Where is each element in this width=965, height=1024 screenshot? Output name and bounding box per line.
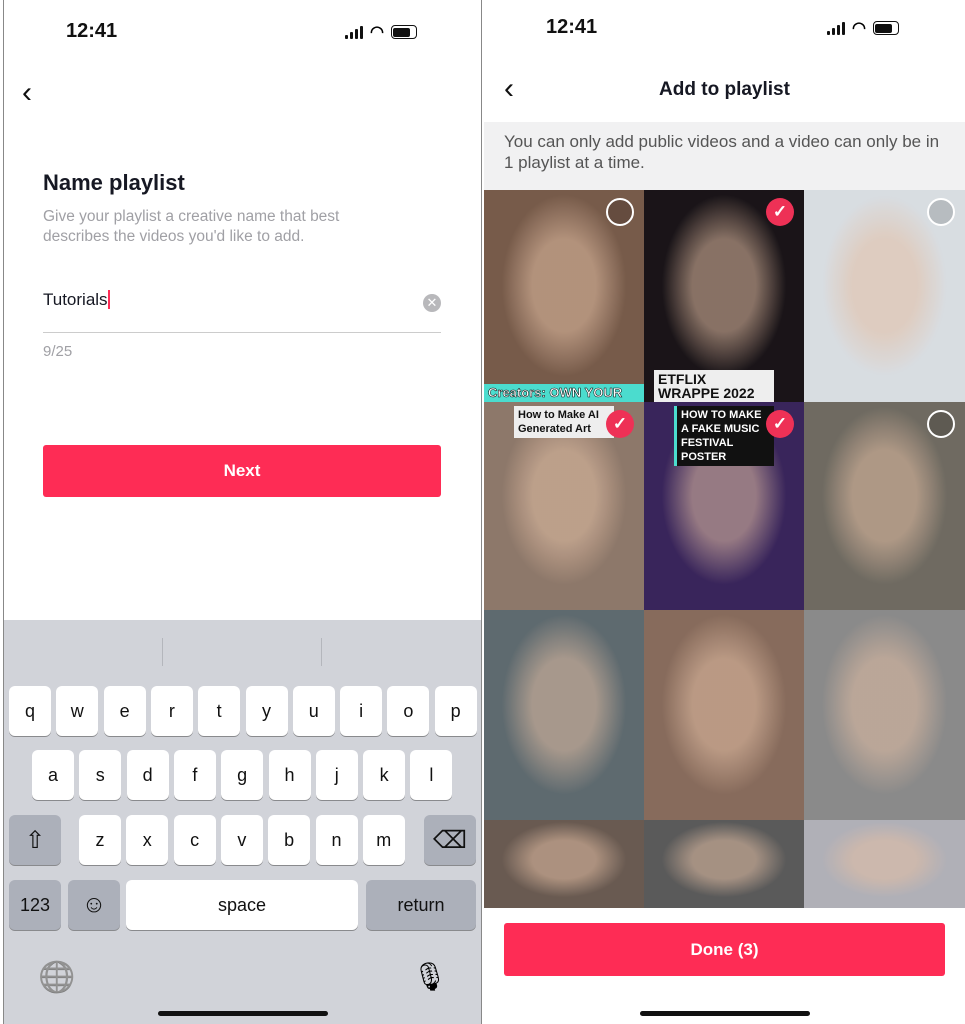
key-g[interactable]: g	[221, 750, 264, 800]
emoji-key[interactable]: ☺	[68, 880, 120, 930]
return-key[interactable]: return	[366, 880, 476, 930]
video-thumbnail[interactable]	[804, 190, 965, 402]
unselected-circle-icon[interactable]	[606, 198, 634, 226]
key-w[interactable]: w	[56, 686, 99, 736]
video-thumbnail[interactable]	[644, 610, 804, 820]
back-button[interactable]: ‹	[22, 76, 32, 110]
name-playlist-screen: 12:41 ◠ ‹ Name playlist Give your playli…	[3, 0, 482, 1024]
key-s[interactable]: s	[79, 750, 122, 800]
selected-check-icon[interactable]: ✓	[766, 410, 794, 438]
page-title: Add to playlist	[659, 79, 790, 100]
done-button[interactable]: Done (3)	[504, 923, 945, 976]
video-grid: Creators: OWN YOUR ETFLIX WRAPPE 2022 ✓ How…	[484, 190, 965, 908]
status-icons: ◠	[345, 22, 417, 42]
battery-icon	[872, 21, 899, 35]
key-x[interactable]: x	[126, 815, 169, 865]
key-k[interactable]: k	[363, 750, 406, 800]
status-time: 12:41	[66, 20, 118, 42]
video-thumbnail[interactable]	[484, 610, 644, 820]
key-y[interactable]: y	[245, 686, 288, 736]
numbers-key[interactable]: 123	[9, 880, 61, 930]
selected-check-icon[interactable]: ✓	[606, 410, 634, 438]
video-caption: ETFLIX WRAPPE 2022	[654, 370, 774, 402]
page-subtitle: Give your playlist a creative name that …	[43, 208, 340, 245]
input-value: Tutorials	[43, 290, 110, 309]
page-title: Name playlist	[43, 170, 185, 195]
video-thumbnail[interactable]	[644, 820, 804, 908]
key-z[interactable]: z	[79, 815, 121, 865]
char-count: 9/25	[43, 343, 73, 360]
key-f[interactable]: f	[173, 750, 216, 800]
key-i[interactable]: i	[340, 686, 383, 736]
status-time: 12:41	[546, 16, 598, 38]
playlist-name-input[interactable]: Tutorials ✕	[43, 290, 441, 333]
key-o[interactable]: o	[387, 686, 430, 736]
key-l[interactable]: l	[410, 750, 453, 800]
space-key[interactable]: space	[126, 880, 358, 930]
video-thumbnail[interactable]	[804, 610, 965, 820]
key-h[interactable]: h	[268, 750, 311, 800]
key-b[interactable]: b	[268, 815, 311, 865]
key-j[interactable]: j	[315, 750, 358, 800]
wifi-icon: ◠	[370, 24, 384, 41]
wifi-icon: ◠	[852, 20, 866, 37]
video-thumbnail[interactable]: How to Make AI Generated Art ✓	[484, 402, 644, 610]
info-note: You can only add public videos and a vid…	[484, 122, 965, 190]
key-r[interactable]: r	[150, 686, 193, 736]
signal-icon	[345, 25, 363, 39]
video-caption: Creators: OWN YOUR	[484, 384, 644, 402]
video-thumbnail[interactable]: Creators: OWN YOUR	[484, 190, 644, 402]
key-m[interactable]: m	[362, 815, 405, 865]
clear-input-icon[interactable]: ✕	[423, 294, 441, 312]
selected-check-icon[interactable]: ✓	[766, 198, 794, 226]
shift-key[interactable]: ⇧	[9, 815, 61, 865]
home-indicator	[157, 1011, 328, 1016]
delete-key[interactable]: ⌫	[424, 815, 476, 865]
signal-icon	[827, 21, 845, 35]
key-n[interactable]: n	[315, 815, 358, 865]
globe-icon[interactable]: 🌐	[38, 960, 75, 995]
unselected-circle-icon[interactable]	[927, 410, 955, 438]
video-thumbnail[interactable]: ETFLIX WRAPPE 2022 ✓	[644, 190, 804, 402]
microphone-icon[interactable]: 🎙	[412, 960, 448, 993]
key-e[interactable]: e	[103, 686, 146, 736]
add-to-playlist-screen: 12:41 ◠ ‹ Add to playlist You can only a…	[484, 0, 965, 1024]
key-d[interactable]: d	[126, 750, 169, 800]
next-button[interactable]: Next	[43, 445, 441, 497]
key-u[interactable]: u	[292, 686, 335, 736]
video-caption: HOW TO MAKE A FAKE MUSIC FESTIVAL POSTER	[674, 406, 774, 466]
key-p[interactable]: p	[434, 686, 477, 736]
keyboard: q w e r t y u i o p a s d f g h j k l z x c v b n m ⇧ ⌫ 123 ☺ space ret…	[4, 620, 481, 1024]
key-c[interactable]: c	[173, 815, 216, 865]
key-t[interactable]: t	[198, 686, 241, 736]
video-caption: How to Make AI Generated Art	[514, 406, 614, 438]
video-thumbnail[interactable]	[484, 820, 644, 908]
key-a[interactable]: a	[32, 750, 74, 800]
status-icons: ◠	[827, 18, 899, 38]
key-v[interactable]: v	[220, 815, 263, 865]
video-thumbnail[interactable]	[804, 820, 965, 908]
home-indicator	[639, 1011, 810, 1016]
battery-icon	[390, 25, 417, 39]
video-thumbnail[interactable]: HOW TO MAKE A FAKE MUSIC FESTIVAL POSTER…	[644, 402, 804, 610]
key-q[interactable]: q	[9, 686, 51, 736]
video-thumbnail[interactable]	[804, 402, 965, 610]
unselected-circle-icon[interactable]	[927, 198, 955, 226]
